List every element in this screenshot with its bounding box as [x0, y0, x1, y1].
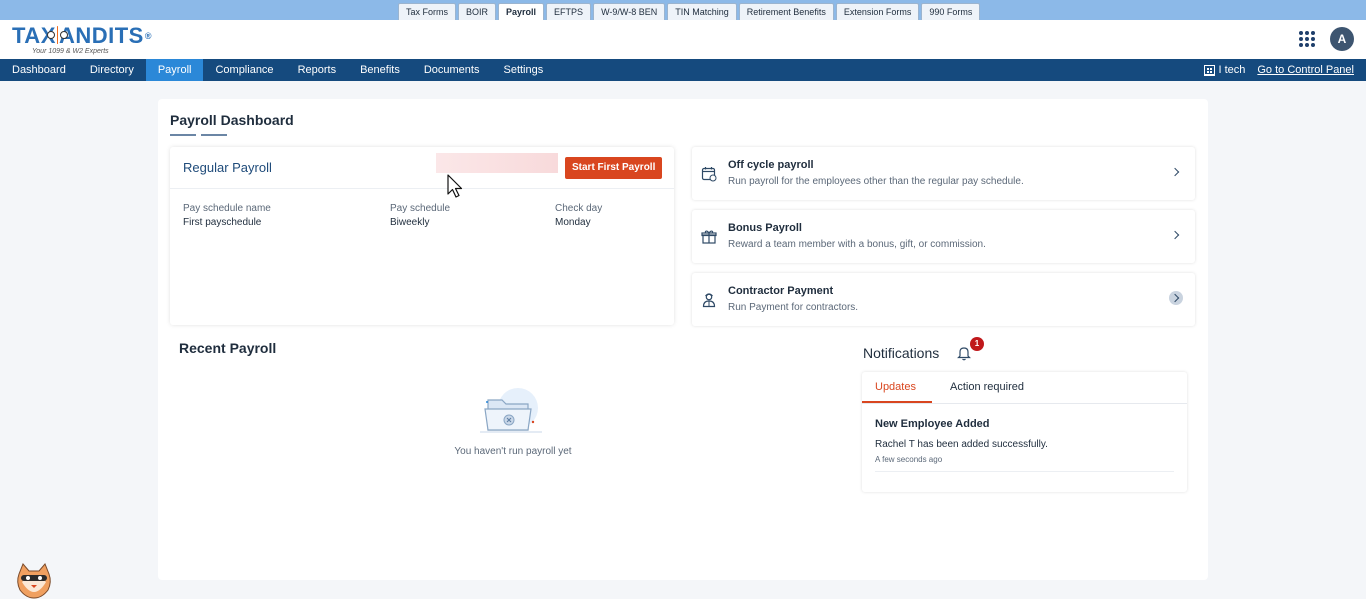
product-tab-payroll[interactable]: Payroll: [498, 3, 545, 20]
nav-item-dashboard[interactable]: Dashboard: [0, 59, 78, 81]
action-subtitle: Reward a team member with a bonus, gift,…: [728, 239, 986, 250]
active-tab-indicator: [862, 401, 932, 403]
building-icon: [1204, 64, 1216, 76]
notifications-card: Updates Action required New Employee Add…: [862, 372, 1187, 492]
nav-item-directory[interactable]: Directory: [78, 59, 146, 81]
action-title: Bonus Payroll: [728, 222, 802, 234]
product-tab-boir[interactable]: BOIR: [458, 3, 497, 20]
product-tab-w9-w8ben[interactable]: W-9/W-8 BEN: [593, 3, 666, 20]
nav-item-payroll[interactable]: Payroll: [145, 59, 204, 81]
notification-count-badge: 1: [970, 337, 984, 351]
field-value: First payschedule: [183, 217, 262, 228]
off-cycle-payroll-card[interactable]: Off cycle payroll Run payroll for the em…: [692, 147, 1195, 200]
gift-icon: [701, 230, 717, 244]
main-nav: Dashboard Directory Payroll Compliance R…: [0, 59, 1366, 81]
tab-updates[interactable]: Updates: [875, 381, 916, 393]
user-avatar[interactable]: A: [1330, 27, 1354, 51]
contractor-payment-card[interactable]: Contractor Payment Run Payment for contr…: [692, 273, 1195, 326]
app-header: TAX ANDITS ® Your 1099 & W2 Experts A: [0, 20, 1366, 59]
calendar-icon: [701, 167, 717, 182]
nav-item-compliance[interactable]: Compliance: [203, 59, 285, 81]
field-label: Pay schedule: [390, 203, 451, 214]
field-value: Biweekly: [390, 217, 430, 228]
product-tab-tax-forms[interactable]: Tax Forms: [398, 3, 457, 20]
nav-item-benefits[interactable]: Benefits: [348, 59, 412, 81]
redacted-area: [436, 153, 558, 173]
title-underline: [170, 134, 196, 136]
action-title: Contractor Payment: [728, 285, 834, 297]
product-tab-eftps[interactable]: EFTPS: [546, 3, 592, 20]
payroll-dashboard-card: Payroll Dashboard Regular Payroll Start …: [158, 99, 1208, 580]
regular-payroll-card: Regular Payroll Start First Payroll Pay …: [170, 147, 674, 325]
notification-tabs: Updates Action required: [862, 372, 1187, 404]
contractor-icon: [702, 293, 716, 308]
field-label: Check day: [555, 203, 603, 214]
company-name: I tech: [1218, 64, 1246, 76]
registered-mark: ®: [144, 31, 152, 41]
nav-item-settings[interactable]: Settings: [491, 59, 555, 81]
empty-state-text: You haven't run payroll yet: [454, 446, 572, 457]
product-tab-retirement-benefits[interactable]: Retirement Benefits: [738, 3, 834, 20]
pay-schedule-field: Pay schedule Biweekly: [390, 203, 450, 228]
notifications-title: Notifications: [863, 345, 940, 361]
title-underline: [201, 134, 227, 136]
notification-title: New Employee Added: [875, 418, 990, 430]
check-day-field: Check day Monday: [555, 203, 602, 228]
action-title: Off cycle payroll: [728, 159, 814, 171]
control-panel-link[interactable]: Go to Control Panel: [1257, 64, 1354, 76]
field-value: Monday: [555, 217, 591, 228]
notification-text: Rachel T has been added successfully.: [875, 439, 1048, 450]
mouse-cursor-icon: [447, 174, 463, 198]
product-tab-tin-matching[interactable]: TIN Matching: [667, 3, 737, 20]
empty-folder-icon: [480, 388, 542, 433]
field-label: Pay schedule name: [183, 203, 271, 214]
notification-time: A few seconds ago: [875, 455, 943, 464]
start-first-payroll-button[interactable]: Start First Payroll: [565, 157, 663, 179]
chevron-right-icon: [1169, 291, 1183, 305]
pay-schedule-name-field: Pay schedule name First payschedule: [183, 203, 271, 228]
owl-logo-icon: [46, 26, 69, 44]
chevron-right-icon: [1169, 165, 1183, 179]
logo-text-right: ANDITS: [58, 23, 144, 48]
product-tab-extension-forms[interactable]: Extension Forms: [835, 3, 920, 20]
page-title: Payroll Dashboard: [170, 112, 294, 128]
apps-grid-icon[interactable]: [1299, 31, 1315, 47]
product-switcher-bar: Tax Forms BOIR Payroll EFTPS W-9/W-8 BEN…: [0, 0, 1366, 20]
owl-mascot-icon[interactable]: [14, 560, 54, 599]
regular-payroll-header: Regular Payroll Start First Payroll: [170, 147, 674, 189]
action-subtitle: Run Payment for contractors.: [728, 302, 859, 313]
logo-tagline: Your 1099 & W2 Experts: [32, 48, 109, 55]
product-tab-990-forms[interactable]: 990 Forms: [921, 3, 981, 20]
product-tabs: Tax Forms BOIR Payroll EFTPS W-9/W-8 BEN…: [398, 3, 981, 20]
recent-payroll-title: Recent Payroll: [179, 340, 277, 356]
divider: [875, 471, 1174, 472]
bonus-payroll-card[interactable]: Bonus Payroll Reward a team member with …: [692, 210, 1195, 263]
company-selector[interactable]: I tech: [1204, 64, 1245, 76]
nav-item-documents[interactable]: Documents: [412, 59, 492, 81]
taxbandits-logo[interactable]: TAX ANDITS ® Your 1099 & W2 Experts: [12, 24, 152, 56]
chevron-right-icon: [1169, 228, 1183, 242]
action-subtitle: Run payroll for the employees other than…: [728, 176, 1024, 187]
nav-item-reports[interactable]: Reports: [286, 59, 349, 81]
tab-action-required[interactable]: Action required: [950, 381, 1024, 393]
regular-payroll-title: Regular Payroll: [183, 160, 272, 175]
bell-icon[interactable]: [956, 345, 972, 361]
